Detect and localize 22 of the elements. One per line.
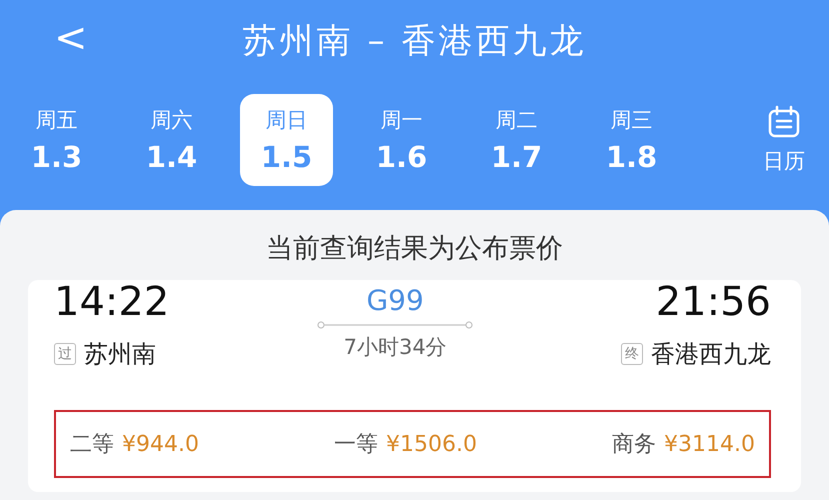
date-tab[interactable]: 周一 1.6 xyxy=(355,94,448,186)
back-button[interactable]: < xyxy=(48,18,94,58)
date-tab[interactable]: 周二 1.7 xyxy=(470,94,563,186)
calendar-icon xyxy=(767,105,801,139)
pass-tag: 过 xyxy=(54,343,76,365)
date-tab[interactable]: 周五 1.3 xyxy=(10,94,103,186)
departure-station: 苏州南 xyxy=(84,339,156,370)
fare-notice: 当前查询结果为公布票价 xyxy=(265,232,564,266)
seat-price: 二等 ¥944.0 xyxy=(70,431,199,459)
calendar-button[interactable]: 日历 xyxy=(763,105,805,175)
arrival-station: 香港西九龙 xyxy=(651,339,771,370)
date-tab[interactable]: 周日 1.5 xyxy=(240,94,333,186)
date-tab[interactable]: 周三 1.8 xyxy=(585,94,678,186)
date-tab[interactable]: 周六 1.4 xyxy=(125,94,218,186)
terminal-tag: 终 xyxy=(621,343,643,365)
seat-price: 商务 ¥3114.0 xyxy=(612,431,755,459)
arrival-time: 21:56 xyxy=(656,280,771,324)
train-number: G99 xyxy=(366,284,424,317)
trip-duration: 7小时34分 xyxy=(344,334,447,361)
departure-time: 14:22 xyxy=(54,280,170,324)
seat-price: 一等 ¥1506.0 xyxy=(334,431,477,459)
route-title: 苏州南 – 香港西九龙 xyxy=(242,20,586,63)
